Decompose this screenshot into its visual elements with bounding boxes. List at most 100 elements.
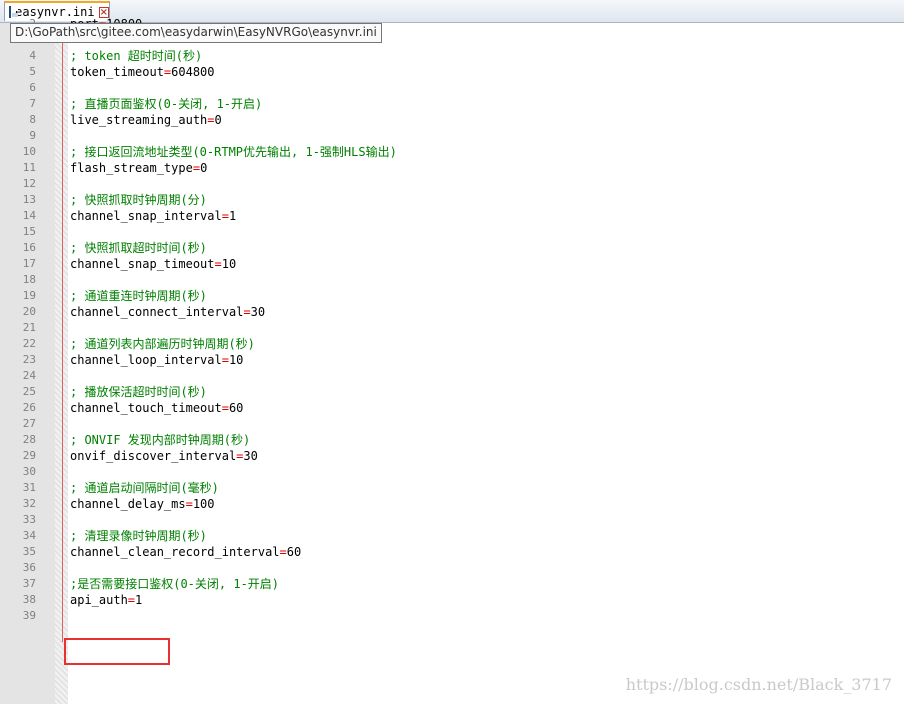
key-value-pair: channel_loop_interval=10	[70, 352, 243, 368]
line-number: 27	[22, 417, 36, 430]
code-line[interactable]: 18	[0, 272, 904, 288]
line-number: 8	[29, 113, 36, 126]
code-line[interactable]: 6	[0, 80, 904, 96]
line-number: 21	[22, 321, 36, 334]
equals-operator: =	[185, 497, 193, 511]
equals-operator: =	[221, 353, 229, 367]
comment-text: ; 通道重连时钟周期(秒)	[70, 289, 207, 303]
code-line[interactable]: 34 ; 清理录像时钟周期(秒)	[0, 528, 904, 544]
key-value-pair: flash_stream_type=0	[70, 160, 207, 176]
code-line[interactable]: 20 channel_connect_interval=30	[0, 304, 904, 320]
line-number: 17	[22, 257, 36, 270]
line-number: 28	[22, 433, 36, 446]
line-number: 14	[22, 209, 36, 222]
config-value: 604800	[171, 65, 215, 79]
key-value-pair: live_streaming_auth=0	[70, 112, 222, 128]
comment-text: ; ONVIF 发现内部时钟周期(秒)	[70, 433, 251, 447]
code-line[interactable]: 15	[0, 224, 904, 240]
key-value-pair: channel_clean_record_interval=60	[70, 544, 301, 560]
config-key: flash_stream_type	[70, 161, 193, 175]
comment-text: ;是否需要接口鉴权(0-关闭, 1-开启)	[70, 577, 280, 591]
code-line[interactable]: 33	[0, 512, 904, 528]
code-line[interactable]: 24	[0, 368, 904, 384]
config-key: channel_snap_interval	[70, 209, 222, 223]
config-key: channel_delay_ms	[70, 497, 186, 511]
code-line[interactable]: 23 channel_loop_interval=10	[0, 352, 904, 368]
line-number: 4	[29, 49, 36, 62]
config-value: 10	[228, 353, 244, 367]
code-line[interactable]: 13 ; 快照抓取时钟周期(分)	[0, 192, 904, 208]
comment-text: ; 直播页面鉴权(0-关闭, 1-开启)	[70, 97, 263, 111]
config-value: 60	[286, 545, 302, 559]
code-line[interactable]: 39	[0, 608, 904, 624]
code-line[interactable]: 28 ; ONVIF 发现内部时钟周期(秒)	[0, 432, 904, 448]
code-line[interactable]: 16 ; 快照抓取超时时间(秒)	[0, 240, 904, 256]
code-line[interactable]: 14 channel_snap_interval=1	[0, 208, 904, 224]
key-value-pair: token_timeout=604800	[70, 64, 215, 80]
line-number: 16	[22, 241, 36, 254]
line-number: 24	[22, 369, 36, 382]
config-value: 0	[214, 113, 222, 127]
key-value-pair: channel_delay_ms=100	[70, 496, 215, 512]
key-value-pair: channel_connect_interval=30	[70, 304, 265, 320]
code-line[interactable]: 35 channel_clean_record_interval=60	[0, 544, 904, 560]
config-key: live_streaming_auth	[70, 113, 208, 127]
line-number: 9	[29, 129, 36, 142]
code-line[interactable]: 22 ; 通道列表内部遍历时钟周期(秒)	[0, 336, 904, 352]
config-value: 10	[221, 257, 237, 271]
comment-text: ; 通道列表内部遍历时钟周期(秒)	[70, 337, 255, 351]
line-number: 34	[22, 529, 36, 542]
equals-operator: =	[221, 209, 229, 223]
code-line[interactable]: 4 ; token 超时时间(秒)	[0, 48, 904, 64]
config-value: 60	[228, 401, 244, 415]
code-line[interactable]: 9	[0, 128, 904, 144]
code-line[interactable]: 12	[0, 176, 904, 192]
code-line[interactable]: 17 channel_snap_timeout=10	[0, 256, 904, 272]
editor[interactable]: 2port=1080034; token 超时时间(秒)5token_timeo…	[0, 17, 904, 704]
line-number: 26	[22, 401, 36, 414]
code-line[interactable]: 36	[0, 560, 904, 576]
code-line[interactable]: 19 ; 通道重连时钟周期(秒)	[0, 288, 904, 304]
file-path-tooltip: D:\GoPath\src\gitee.com\easydarwin\EasyN…	[10, 23, 382, 43]
key-value-pair: channel_touch_timeout=60	[70, 400, 243, 416]
config-key: onvif_discover_interval	[70, 449, 237, 463]
config-key: token_timeout	[70, 65, 164, 79]
line-number: 10	[22, 145, 36, 158]
code-line[interactable]: 32 channel_delay_ms=100	[0, 496, 904, 512]
code-line[interactable]: 25 ; 播放保活超时时间(秒)	[0, 384, 904, 400]
line-number: 31	[22, 481, 36, 494]
code-line[interactable]: 11 flash_stream_type=0	[0, 160, 904, 176]
config-key: channel_connect_interval	[70, 305, 244, 319]
code-line[interactable]: 29 onvif_discover_interval=30	[0, 448, 904, 464]
line-number: 38	[22, 593, 36, 606]
config-value: 1	[228, 209, 237, 223]
code-line[interactable]: 8 live_streaming_auth=0	[0, 112, 904, 128]
line-number: 6	[29, 81, 36, 94]
line-number: 18	[22, 273, 36, 286]
line-number: 23	[22, 353, 36, 366]
code-line[interactable]: 26 channel_touch_timeout=60	[0, 400, 904, 416]
equals-operator: =	[207, 113, 215, 127]
comment-text: ; 快照抓取时钟周期(分)	[70, 193, 207, 207]
config-value: 1	[135, 593, 143, 607]
comment-text: ; 接口返回流地址类型(0-RTMP优先输出, 1-强制HLS输出)	[70, 145, 397, 159]
line-number: 25	[22, 385, 36, 398]
watermark: https://blog.csdn.net/Black_3717	[625, 675, 892, 694]
code-line[interactable]: 31 ; 通道启动间隔时间(毫秒)	[0, 480, 904, 496]
line-number: 32	[22, 497, 36, 510]
code-line[interactable]: 27	[0, 416, 904, 432]
config-value: 30	[250, 305, 266, 319]
line-number: 13	[22, 193, 36, 206]
code-lines[interactable]: 2port=1080034; token 超时时间(秒)5token_timeo…	[0, 16, 904, 624]
code-line[interactable]: 5 token_timeout=604800	[0, 64, 904, 80]
line-number: 19	[22, 289, 36, 302]
code-line[interactable]: 21	[0, 320, 904, 336]
config-key: channel_touch_timeout	[70, 401, 222, 415]
code-line[interactable]: 37 ;是否需要接口鉴权(0-关闭, 1-开启)	[0, 576, 904, 592]
key-value-pair: onvif_discover_interval=30	[70, 448, 258, 464]
code-line[interactable]: 38 api_auth=1	[0, 592, 904, 608]
line-number: 35	[22, 545, 36, 558]
code-line[interactable]: 10 ; 接口返回流地址类型(0-RTMP优先输出, 1-强制HLS输出)	[0, 144, 904, 160]
code-line[interactable]: 30	[0, 464, 904, 480]
code-line[interactable]: 7 ; 直播页面鉴权(0-关闭, 1-开启)	[0, 96, 904, 112]
